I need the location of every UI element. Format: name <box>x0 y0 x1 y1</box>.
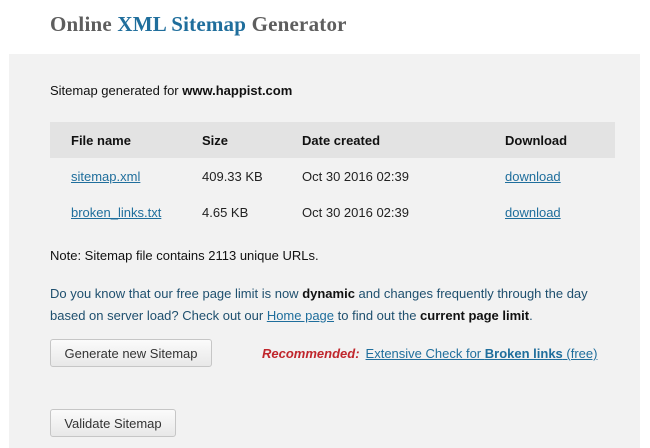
file-cell: sitemap.xml <box>50 158 202 194</box>
title-generator: Generator <box>246 12 347 36</box>
file-link-broken-links-txt[interactable]: broken_links.txt <box>71 205 161 220</box>
date-cell: Oct 30 2016 02:39 <box>302 168 409 184</box>
file-cell: broken_links.txt <box>50 194 202 230</box>
header-download: Download <box>505 122 615 158</box>
download-link-broken-links-txt[interactable]: download <box>505 205 561 220</box>
header-date-created: Date created <box>302 122 505 158</box>
rec-link-text-2: (free) <box>562 346 598 361</box>
generate-new-sitemap-button[interactable]: Generate new Sitemap <box>50 339 212 367</box>
rec-link-text-1: Extensive Check for <box>365 346 485 361</box>
title-xml-sitemap: XML Sitemap <box>117 12 247 36</box>
info-text-4: . <box>529 308 533 323</box>
table-header-row: File name Size Date created Download <box>50 122 615 158</box>
size-cell: 4.65 KB <box>202 204 249 220</box>
files-table: File name Size Date created Download sit… <box>50 122 615 230</box>
info-bold-current-limit: current page limit <box>420 308 530 323</box>
download-cell: download <box>505 194 615 230</box>
info-text-1: Do you know that our free page limit is … <box>50 286 303 301</box>
generated-domain: www.happist.com <box>182 83 293 98</box>
rec-link-bold: Broken links <box>484 346 563 361</box>
broken-links-check-link[interactable]: Extensive Check for Broken links (free) <box>366 346 598 361</box>
file-link-sitemap-xml[interactable]: sitemap.xml <box>71 169 140 184</box>
table-row: sitemap.xml 409.33 KB Oct 30 2016 02:39 … <box>50 158 615 194</box>
validate-sitemap-button[interactable]: Validate Sitemap <box>50 409 176 437</box>
recommendation: Recommended: Extensive Check for Broken l… <box>262 346 597 361</box>
date-cell: Oct 30 2016 02:39 <box>302 204 409 220</box>
download-cell: download <box>505 158 615 194</box>
url-count-note: Note: Sitemap file contains 2113 unique … <box>50 248 319 263</box>
info-text-3: to find out the <box>334 308 421 323</box>
info-bold-dynamic: dynamic <box>302 286 355 301</box>
recommended-label: Recommended: <box>262 346 360 361</box>
table-row: broken_links.txt 4.65 KB Oct 30 2016 02:… <box>50 194 615 230</box>
header-file-name: File name <box>50 122 202 158</box>
generated-line: Sitemap generated for www.happist.com <box>50 83 292 98</box>
download-link-sitemap-xml[interactable]: download <box>505 169 561 184</box>
size-cell: 409.33 KB <box>202 168 263 184</box>
page-limit-info: Do you know that our free page limit is … <box>50 283 625 327</box>
home-page-link[interactable]: Home page <box>267 308 334 323</box>
generated-prefix: Sitemap generated for <box>50 83 183 98</box>
header-size: Size <box>202 122 302 158</box>
header: Online XML Sitemap Generator <box>0 0 650 54</box>
title-online: Online <box>50 12 118 36</box>
page-title: Online XML Sitemap Generator <box>50 12 347 37</box>
